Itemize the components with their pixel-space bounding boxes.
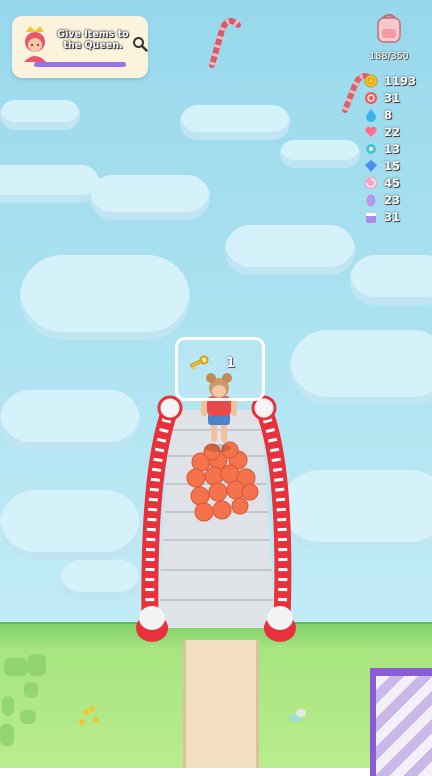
candy-cane-decoration — [209, 18, 241, 68]
quest-card[interactable]: Give Items to the Queen. — [12, 16, 148, 78]
backpack-capacity: 188/350 — [369, 51, 409, 62]
quest-text: Give Items to the Queen. — [57, 29, 129, 51]
resource-candy-swirl: 31 — [362, 90, 432, 107]
resource-lollipop: 45 — [362, 175, 432, 192]
lollipop-icon — [365, 177, 377, 189]
bridge-deck — [157, 410, 275, 628]
mint-candy-icon — [366, 144, 376, 154]
resource-heart: 22 — [362, 124, 432, 141]
ground-items — [79, 706, 306, 725]
heart-icon — [365, 126, 377, 137]
cup-icon — [366, 213, 376, 223]
candy-icon — [365, 92, 377, 104]
search-icon[interactable] — [132, 36, 148, 52]
drop-icon — [366, 109, 376, 122]
resource-egg: 23 — [362, 192, 432, 209]
resource-mint-candy: 13 — [362, 141, 432, 158]
resource-blue-gem: 15 — [362, 158, 432, 175]
resource-water-drop: 8 — [362, 107, 432, 124]
gem-icon — [365, 160, 377, 172]
key-count: 1 — [226, 356, 236, 371]
resource-coin: 1193 — [362, 73, 432, 90]
resource-cup: 31 — [362, 209, 432, 226]
queen-avatar — [24, 26, 46, 62]
quest-progress-bar — [34, 62, 126, 67]
resource-list: 1193 31 8 22 13 15 45 23 31 — [362, 73, 432, 226]
backpack-icon[interactable] — [374, 12, 404, 44]
key-drop-zone[interactable]: 1 — [175, 337, 265, 401]
egg-icon — [366, 194, 376, 207]
key-icon — [190, 355, 209, 371]
coin-icon — [364, 74, 378, 88]
